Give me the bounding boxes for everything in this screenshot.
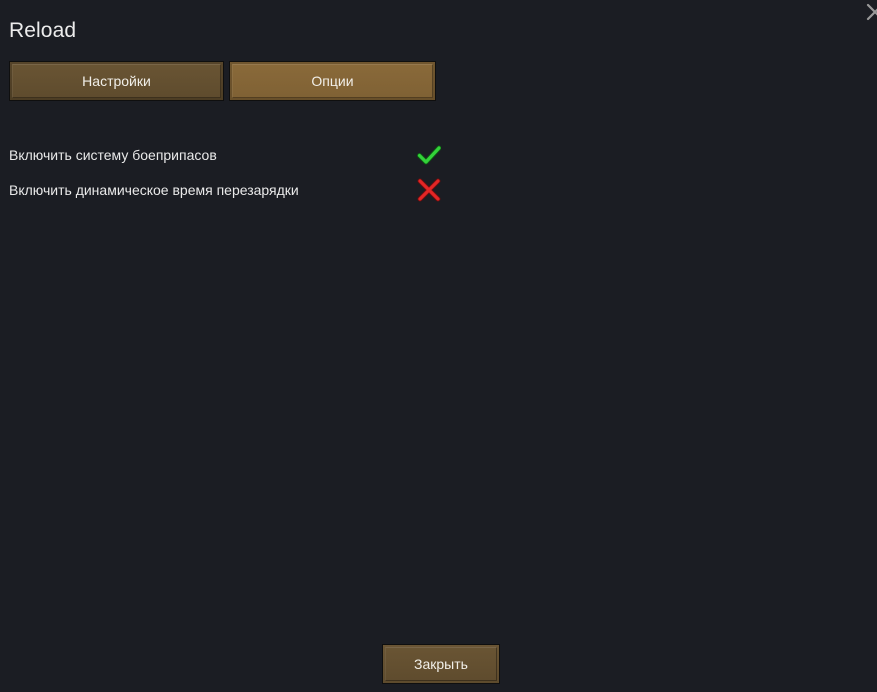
tab-options[interactable]: Опции — [229, 61, 436, 101]
tab-settings-label: Настройки — [82, 73, 151, 89]
cross-icon[interactable] — [417, 178, 441, 202]
option-row-ammo-system[interactable]: Включить систему боеприпасов — [9, 140, 442, 170]
close-button[interactable]: Закрыть — [382, 644, 500, 684]
tab-options-label: Опции — [311, 73, 354, 89]
option-row-dynamic-reload[interactable]: Включить динамическое время перезарядки — [9, 175, 441, 205]
close-window-icon[interactable] — [865, 2, 877, 22]
window-title: Reload — [9, 19, 77, 42]
checkmark-icon[interactable] — [417, 143, 442, 167]
close-button-label: Закрыть — [414, 656, 468, 672]
option-label: Включить динамическое время перезарядки — [9, 182, 299, 198]
option-label: Включить систему боеприпасов — [9, 147, 217, 163]
mod-settings-window: Reload Настройки Опции Включить систему … — [0, 0, 877, 692]
tab-settings[interactable]: Настройки — [9, 61, 224, 101]
